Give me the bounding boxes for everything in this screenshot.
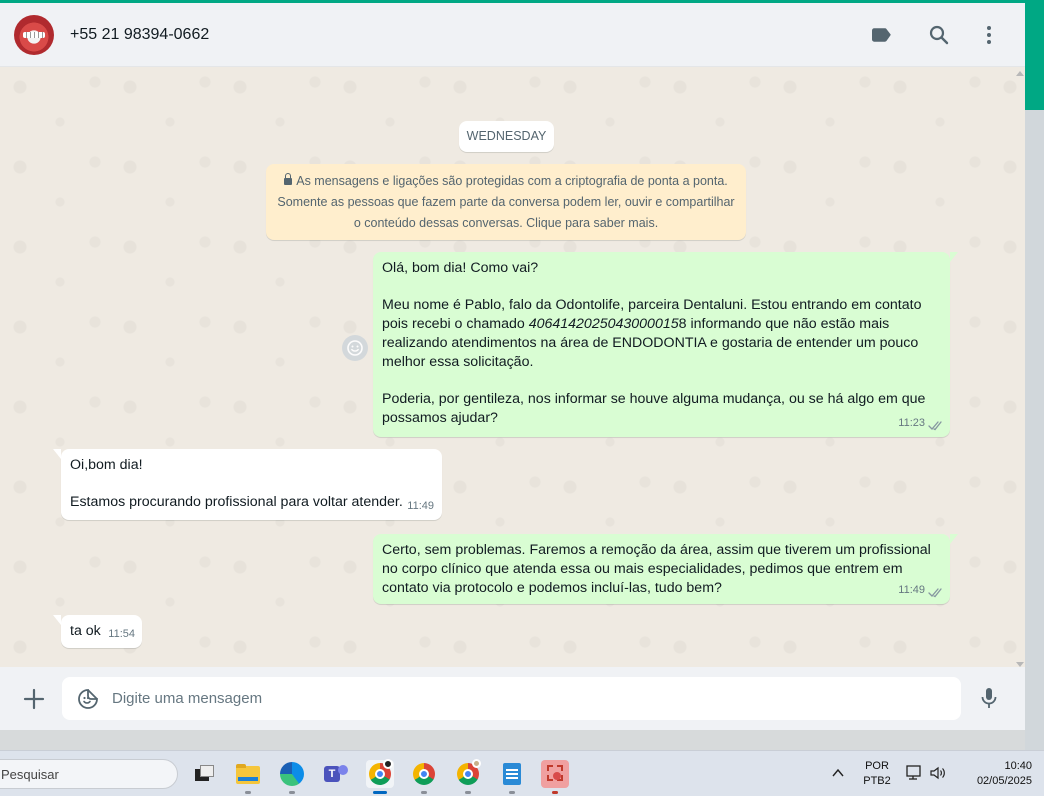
encryption-line-1: As mensagens e ligações são protegidas c… xyxy=(296,174,728,188)
clock[interactable]: 10:40 02/05/2025 xyxy=(958,759,1032,789)
avatar-image xyxy=(23,32,45,38)
message-incoming[interactable]: Oi,bom dia! Estamos procurando profissio… xyxy=(53,449,442,520)
message-text: Estamos procurando profissional para vol… xyxy=(70,494,403,510)
message-incoming[interactable]: ta ok 11:54 xyxy=(53,615,142,648)
message-time: 11:49 xyxy=(407,500,434,512)
scroll-up-arrow-icon[interactable] xyxy=(1016,71,1024,76)
message-text: Olá, bom dia! Como vai? xyxy=(382,260,539,276)
file-explorer-icon[interactable] xyxy=(234,760,262,794)
taskbar-search[interactable]: Pesquisar xyxy=(0,759,178,789)
running-indicator xyxy=(289,791,295,794)
microphone-icon[interactable] xyxy=(977,686,1001,710)
message-input[interactable] xyxy=(112,677,942,720)
running-indicator xyxy=(552,791,558,794)
smiley-icon xyxy=(347,340,363,356)
message-time: 11:49 xyxy=(898,584,925,596)
message-composer xyxy=(0,667,1025,730)
bubble-tail xyxy=(53,615,61,625)
running-indicator xyxy=(509,791,515,794)
taskbar-search-placeholder: Pesquisar xyxy=(1,767,59,782)
running-indicator xyxy=(245,791,251,794)
encryption-line-2: Somente as pessoas que fazem parte da co… xyxy=(277,195,735,209)
os-taskbar: Pesquisar T POR PTB2 10:40 02/05/2025 xyxy=(0,750,1044,796)
lock-icon xyxy=(284,173,293,185)
running-indicator xyxy=(421,791,427,794)
language-indicator[interactable]: POR PTB2 xyxy=(860,759,894,789)
read-ticks-icon xyxy=(928,421,942,431)
window-side-background xyxy=(1025,110,1044,750)
attach-plus-icon[interactable] xyxy=(22,687,46,711)
volume-icon[interactable] xyxy=(930,766,946,780)
encryption-line-3: o conteúdo dessas conversas. Clique para… xyxy=(353,216,659,230)
label-icon[interactable] xyxy=(869,23,893,47)
task-view-icon[interactable] xyxy=(190,760,218,788)
sticker-emoji-icon[interactable] xyxy=(76,687,100,711)
read-ticks-icon xyxy=(928,588,942,598)
message-outgoing[interactable]: Certo, sem problemas. Faremos a remoção … xyxy=(373,534,958,604)
message-text: Poderia, por gentileza, nos informar se … xyxy=(382,391,926,426)
window-side-strip xyxy=(1025,0,1044,110)
message-input-box[interactable] xyxy=(62,677,961,720)
search-icon[interactable] xyxy=(927,23,951,47)
whatsapp-window: +55 21 98394-0662 WEDNESDAY As mensagens… xyxy=(0,3,1025,730)
chrome-profile-2-icon[interactable] xyxy=(454,759,482,794)
network-icon[interactable] xyxy=(906,765,924,781)
encryption-notice[interactable]: As mensagens e ligações são protegidas c… xyxy=(266,164,746,240)
contact-name[interactable]: +55 21 98394-0662 xyxy=(70,26,209,44)
edge-browser-icon[interactable] xyxy=(278,760,306,794)
contact-avatar[interactable] xyxy=(14,15,54,55)
snipping-tool-icon[interactable] xyxy=(541,760,569,794)
active-indicator xyxy=(373,791,387,794)
date-separator: WEDNESDAY xyxy=(459,121,554,152)
notepad-icon[interactable] xyxy=(498,760,526,794)
message-outgoing[interactable]: Olá, bom dia! Como vai? Meu nome é Pablo… xyxy=(373,252,958,437)
bubble-tail xyxy=(950,534,958,544)
menu-icon[interactable] xyxy=(977,23,1001,47)
bubble-tail xyxy=(53,449,61,459)
bubble-tail xyxy=(950,252,958,262)
teams-icon[interactable]: T xyxy=(322,760,350,788)
chrome-profile-icon[interactable] xyxy=(410,760,438,794)
message-text: Certo, sem problemas. Faremos a remoção … xyxy=(382,542,931,596)
message-time: 11:23 xyxy=(898,417,925,429)
chat-header[interactable]: +55 21 98394-0662 xyxy=(0,3,1025,67)
message-text: Oi,bom dia! xyxy=(70,457,143,473)
chrome-icon-active[interactable] xyxy=(366,759,394,794)
message-text: Meu nome é Pablo, falo da Odontolife, pa… xyxy=(382,297,922,370)
chevron-up-icon[interactable] xyxy=(832,768,844,778)
chat-scrollbar[interactable] xyxy=(1013,67,1025,667)
message-time: 11:54 xyxy=(108,628,135,640)
reaction-emoji-button[interactable] xyxy=(342,335,368,361)
running-indicator xyxy=(465,791,471,794)
